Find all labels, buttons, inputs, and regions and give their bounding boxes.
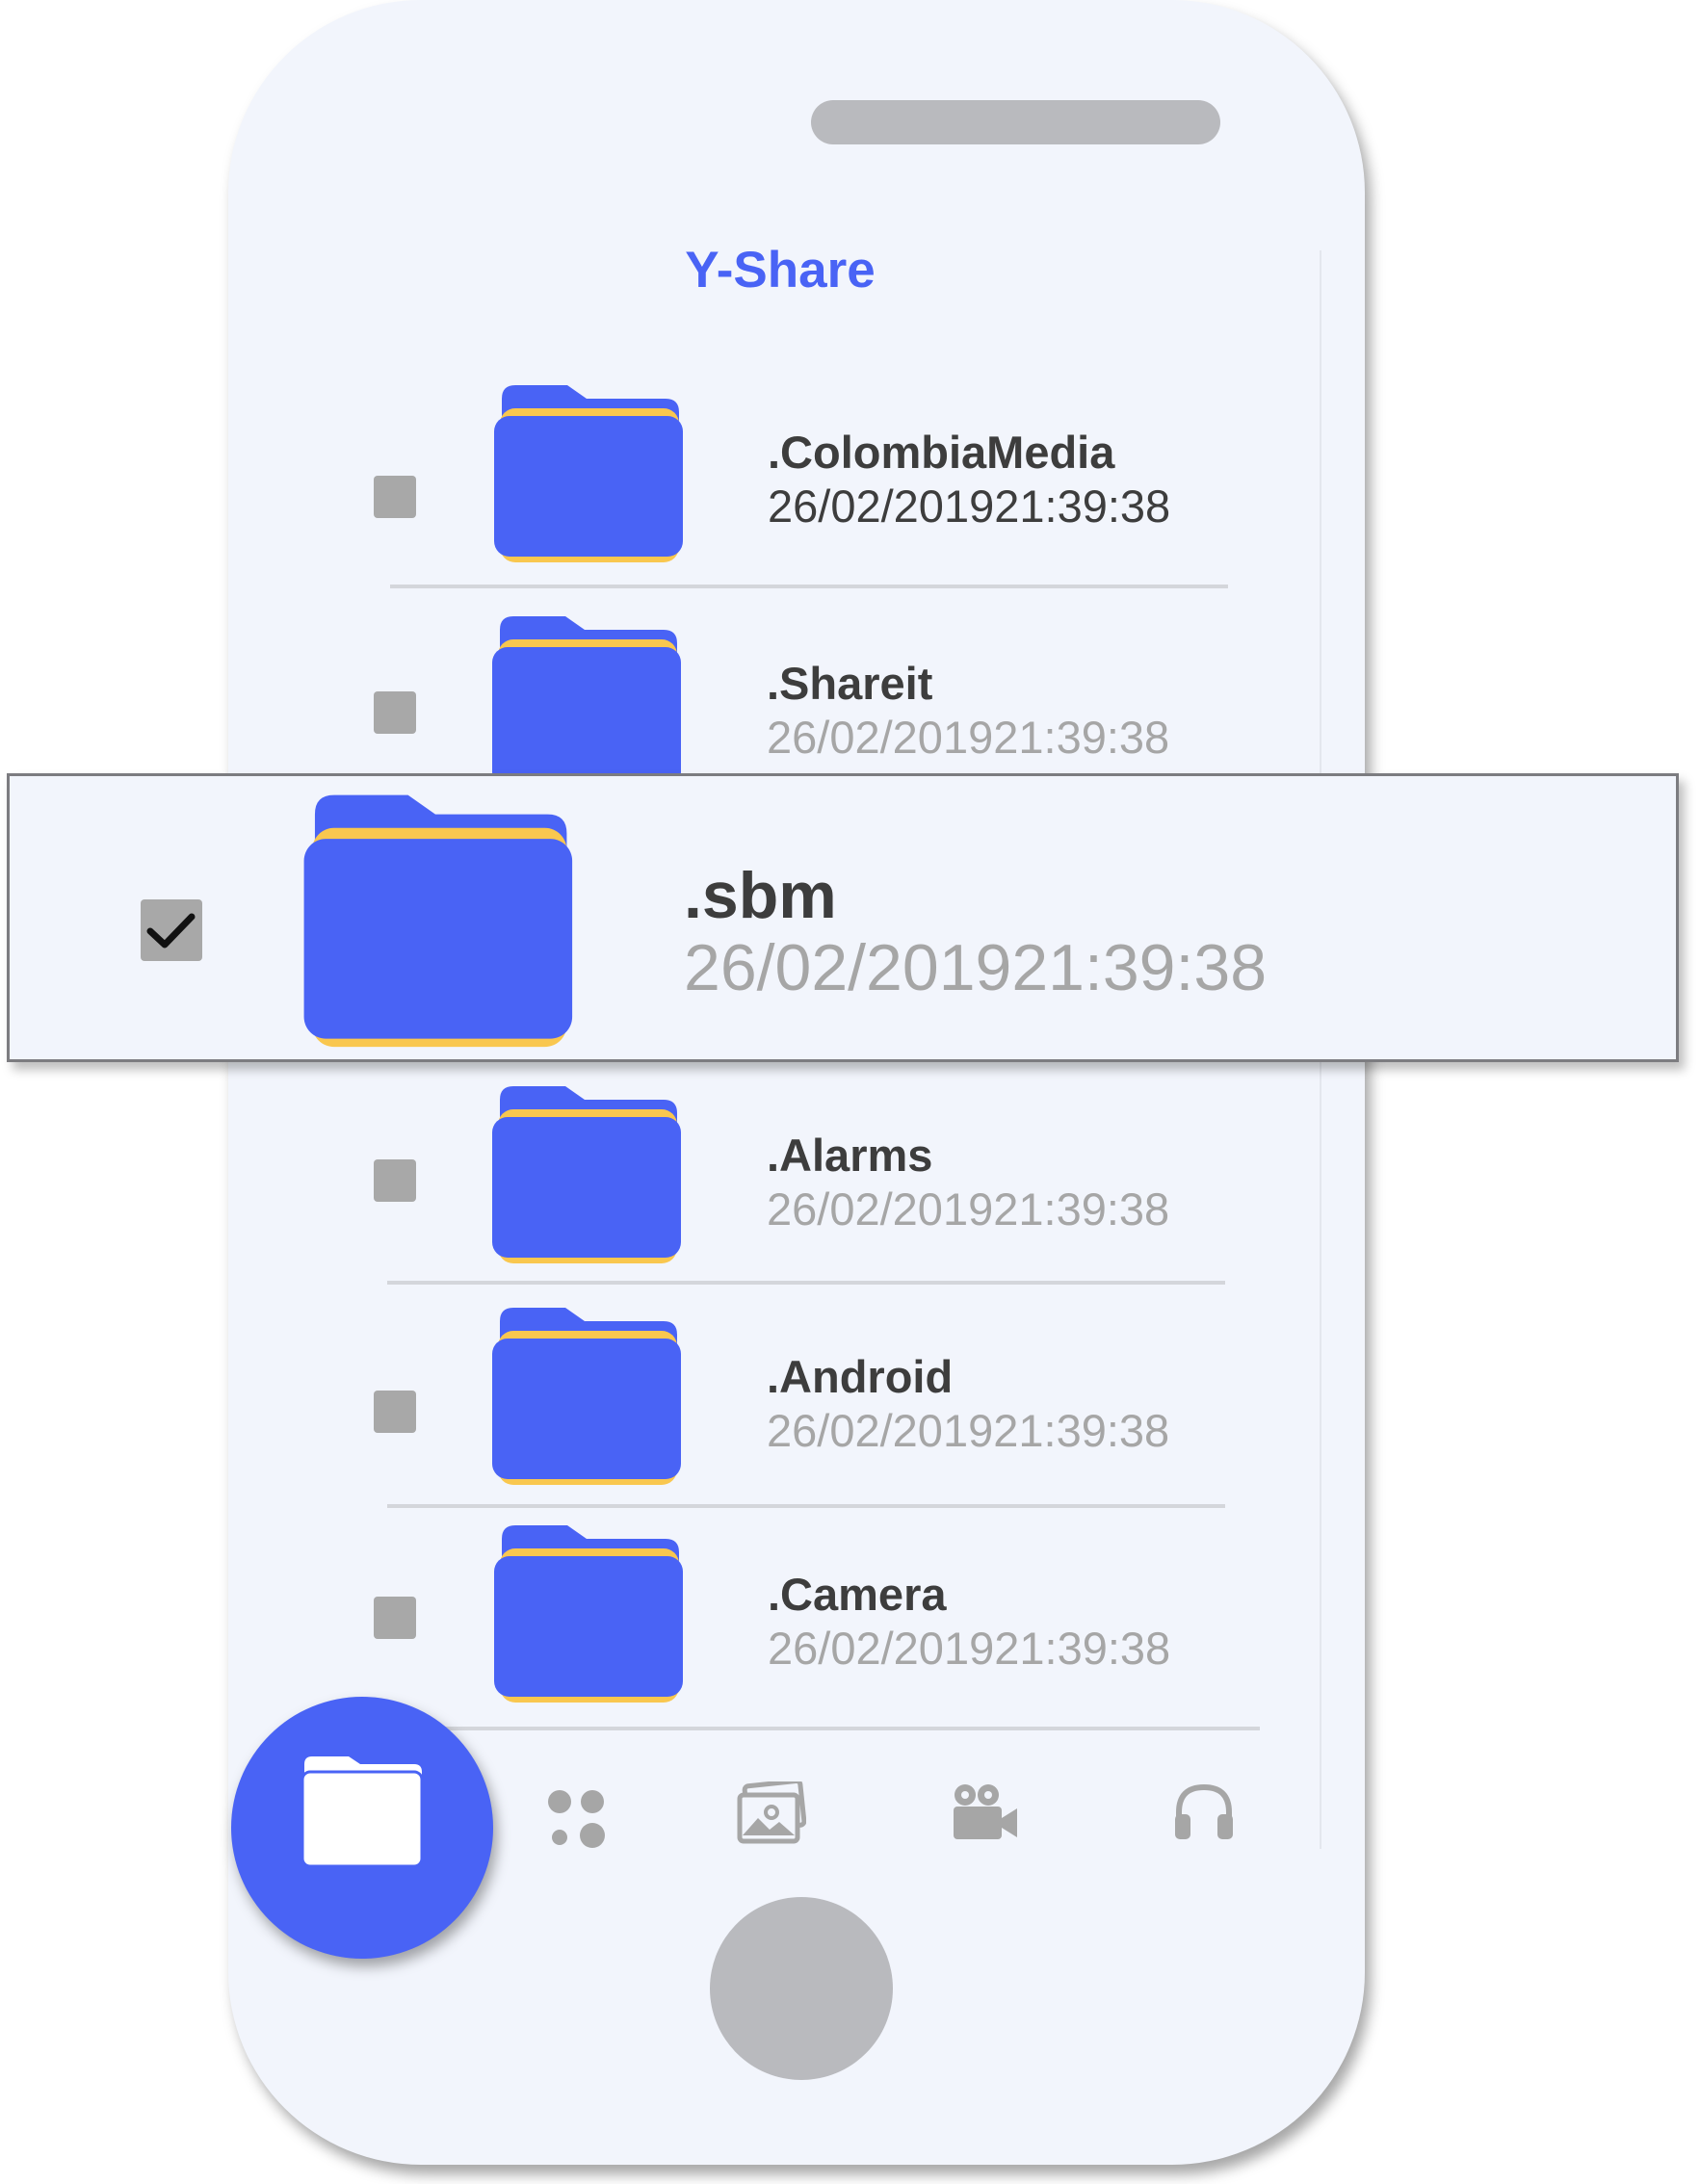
folder-name: .ColombiaMedia [768, 427, 1115, 478]
folder-name: .sbm [684, 859, 837, 932]
divider [387, 1504, 1225, 1508]
checkbox[interactable] [374, 691, 416, 734]
folder-name: .Alarms [767, 1130, 933, 1181]
selected-list-item[interactable]: .sbm 26/02/201921:39:38 [7, 773, 1679, 1062]
nav-folder-button[interactable] [231, 1697, 493, 1959]
home-button[interactable] [710, 1897, 893, 2080]
checkbox[interactable] [374, 1159, 416, 1202]
folder-icon [487, 1521, 686, 1704]
divider [390, 585, 1228, 588]
checkmark-icon [146, 913, 196, 949]
folder-date: 26/02/201921:39:38 [767, 1405, 1170, 1456]
folder-date: 26/02/201921:39:38 [767, 1183, 1170, 1235]
folder-icon [485, 612, 684, 795]
photos-icon[interactable] [737, 1781, 806, 1845]
folder-name: .Android [767, 1351, 954, 1402]
folder-name: .Camera [768, 1569, 947, 1620]
folder-date: 26/02/201921:39:38 [767, 712, 1170, 763]
folder-icon [487, 381, 686, 564]
headphones-icon[interactable] [1173, 1781, 1235, 1841]
app-title: Y-Share [685, 242, 876, 299]
checkbox[interactable] [374, 1391, 416, 1433]
folder-icon [297, 790, 574, 1050]
folder-date: 26/02/201921:39:38 [768, 1623, 1171, 1674]
checkbox-checked[interactable] [141, 899, 202, 961]
stage: Y-Share .ColombiaMedia 26/02/201921:39:3… [0, 0, 1700, 2184]
checkbox[interactable] [374, 476, 416, 518]
apps-icon[interactable] [547, 1789, 609, 1851]
folder-date: 26/02/201921:39:38 [768, 481, 1171, 532]
video-camera-icon[interactable] [952, 1783, 1019, 1841]
divider [387, 1281, 1225, 1285]
folder-name: .Shareit [767, 658, 933, 709]
checkbox[interactable] [374, 1597, 416, 1639]
phone-speaker [811, 100, 1220, 144]
folder-icon [485, 1304, 684, 1487]
folder-icon [301, 1756, 424, 1868]
folder-date: 26/02/201921:39:38 [684, 931, 1268, 1004]
folder-icon [485, 1082, 684, 1265]
